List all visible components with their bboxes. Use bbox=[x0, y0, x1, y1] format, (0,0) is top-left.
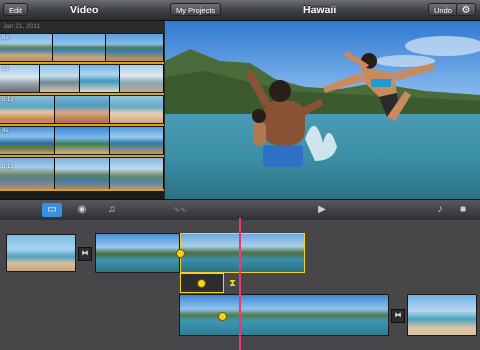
media-browser[interactable]: Jan 21, 2011 6s 3s 5.1s 4s 8.1s bbox=[0, 21, 164, 199]
video-viewer[interactable] bbox=[165, 21, 480, 199]
clip-row[interactable]: 6s bbox=[0, 34, 164, 64]
gear-icon: ⚙ bbox=[461, 5, 471, 16]
clip-thumbnail[interactable] bbox=[120, 65, 164, 92]
transition-icon[interactable]: ⧓ bbox=[391, 309, 405, 323]
tab-photos[interactable]: ◉ bbox=[72, 203, 92, 217]
top-toolbar: Edit Video My Projects Hawaii Undo ⚙ bbox=[0, 0, 480, 21]
clip-thumbnail[interactable] bbox=[55, 158, 110, 189]
clip-thumbnail[interactable] bbox=[55, 127, 110, 154]
clip-thumbnail[interactable] bbox=[80, 65, 120, 92]
viewer-frame bbox=[165, 21, 480, 199]
my-projects-button[interactable]: My Projects bbox=[170, 3, 222, 16]
clip-row[interactable]: 3s bbox=[0, 65, 164, 95]
trim-handle[interactable] bbox=[176, 249, 185, 258]
clip-row[interactable]: 5.1s bbox=[0, 96, 164, 126]
date-header: Jan 21, 2011 bbox=[0, 21, 164, 33]
timeline-clip[interactable] bbox=[407, 294, 477, 336]
tab-audio[interactable]: ♫ bbox=[102, 203, 122, 217]
timeline-clip[interactable] bbox=[95, 233, 180, 273]
clip-thumbnail[interactable] bbox=[110, 96, 164, 123]
camera-icon: ◉ bbox=[77, 204, 87, 215]
tab-video[interactable]: ▭ bbox=[42, 203, 62, 217]
microphone-icon[interactable]: ♪ bbox=[430, 203, 450, 217]
clip-row[interactable]: 8.1s bbox=[0, 158, 164, 199]
transition-icon[interactable]: ⧓ bbox=[78, 247, 92, 261]
clip-row[interactable]: 4s bbox=[0, 127, 164, 157]
used-clip-bar bbox=[0, 93, 164, 95]
waveform-icon: ∿∿ bbox=[173, 205, 187, 214]
clip-thumbnail[interactable] bbox=[40, 65, 80, 92]
project-title: Hawaii bbox=[303, 4, 337, 16]
used-clip-bar bbox=[0, 124, 164, 126]
used-clip-bar bbox=[0, 62, 164, 64]
clip-thumbnail[interactable] bbox=[53, 34, 106, 61]
clip-duration: 4s bbox=[2, 128, 9, 134]
timeline-clip[interactable] bbox=[6, 234, 76, 272]
video-icon: ▭ bbox=[47, 204, 57, 215]
used-clip-bar bbox=[0, 189, 164, 191]
playhead[interactable] bbox=[239, 218, 241, 350]
clip-thumbnail[interactable] bbox=[106, 34, 164, 61]
settings-button[interactable]: ⚙ bbox=[456, 3, 476, 16]
clip-duration: 3s bbox=[2, 66, 9, 72]
music-note-icon: ♫ bbox=[108, 204, 116, 215]
undo-button[interactable]: Undo bbox=[428, 3, 458, 16]
record-camera-icon[interactable]: ■ bbox=[453, 203, 473, 217]
hourglass-icon[interactable]: ⧗ bbox=[229, 278, 236, 289]
used-clip-bar bbox=[0, 155, 164, 157]
cutaway-handle[interactable] bbox=[197, 279, 206, 288]
selected-timeline-clip[interactable] bbox=[180, 233, 305, 273]
clip-thumbnail[interactable] bbox=[110, 158, 164, 189]
clip-duration: 5.1s bbox=[2, 97, 14, 103]
clip-duration: 6s bbox=[2, 35, 9, 41]
clip-duration: 8.1s bbox=[2, 164, 14, 170]
edit-button[interactable]: Edit bbox=[3, 3, 28, 16]
browser-title: Video bbox=[70, 4, 99, 16]
play-icon[interactable]: ▶ bbox=[312, 203, 332, 217]
clip-thumbnail[interactable] bbox=[110, 127, 164, 154]
trim-handle[interactable] bbox=[218, 312, 227, 321]
timeline-clip[interactable] bbox=[179, 294, 389, 336]
clip-thumbnail[interactable] bbox=[55, 96, 110, 123]
clip-thumbnail[interactable] bbox=[0, 158, 55, 189]
